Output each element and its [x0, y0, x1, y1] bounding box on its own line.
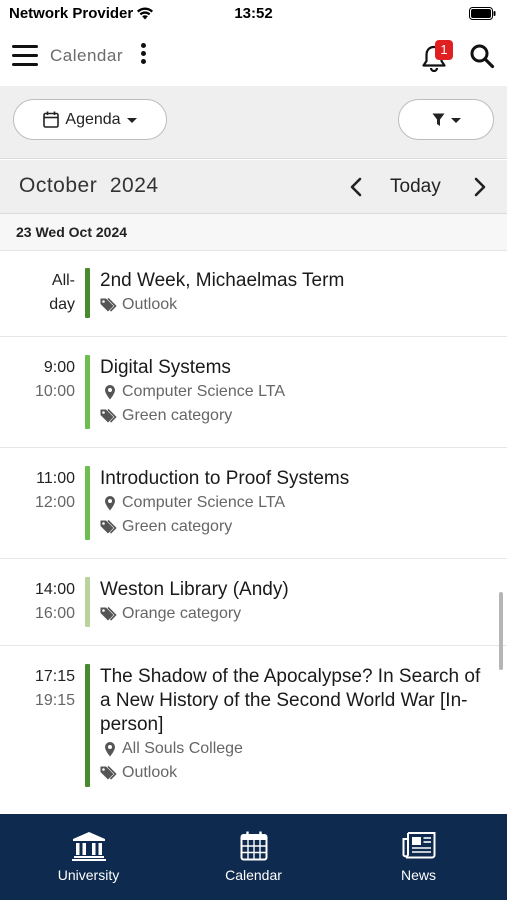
- event-category: Outlook: [100, 293, 485, 317]
- month-label: October: [19, 174, 98, 197]
- event-location-label: Computer Science LTA: [122, 383, 286, 400]
- event-location: All Souls College: [100, 737, 485, 761]
- location-pin-icon: [105, 496, 115, 511]
- more-options-icon[interactable]: [138, 43, 148, 67]
- event-location: Computer Science LTA: [100, 491, 485, 515]
- event-color-bar: [85, 577, 90, 627]
- tags-icon: [100, 519, 117, 534]
- chevron-down-icon: [126, 118, 137, 123]
- calendar-icon: [240, 831, 267, 861]
- filter-icon: [432, 113, 444, 126]
- event-end-time: 19:15: [34, 692, 75, 709]
- search-icon[interactable]: [469, 43, 495, 69]
- scrollbar[interactable]: [499, 592, 503, 670]
- event-time: 9:00 10:00: [0, 356, 75, 404]
- event-category: Outlook: [100, 761, 485, 785]
- month-year-label: October 2024: [19, 174, 159, 198]
- event-time: 11:00 12:00: [0, 467, 75, 515]
- nav-calendar[interactable]: Calendar: [169, 814, 338, 900]
- battery-icon: [469, 7, 496, 20]
- year-label: 2024: [109, 174, 159, 197]
- event-color-bar: [85, 466, 90, 540]
- location-pin-icon: [105, 385, 115, 400]
- notifications-button[interactable]: 1: [418, 38, 454, 74]
- event-category-label: Green category: [122, 407, 233, 424]
- day-label: 23 Wed Oct 2024: [16, 224, 128, 240]
- view-toolbar: Agenda: [0, 86, 507, 159]
- event-start-time: 9:00: [43, 359, 75, 376]
- event-color-bar: [85, 355, 90, 429]
- event-item[interactable]: 11:00 12:00 Introduction to Proof System…: [0, 448, 507, 559]
- news-icon: [402, 832, 435, 859]
- status-bar: Network Provider 13:52: [0, 0, 507, 28]
- event-color-bar: [85, 664, 90, 787]
- university-icon: [71, 832, 106, 861]
- event-location-label: All Souls College: [122, 740, 243, 757]
- event-start-time: 14:00: [34, 581, 75, 598]
- event-start-time: All-: [51, 272, 75, 289]
- bottom-navigation: University Calendar News: [0, 814, 507, 900]
- event-category-label: Outlook: [122, 764, 178, 781]
- event-category: Green category: [100, 404, 485, 428]
- filter-button[interactable]: [398, 99, 494, 140]
- day-header: 23 Wed Oct 2024: [0, 214, 507, 251]
- event-time: All- day: [0, 269, 75, 317]
- view-selector-label: Agenda: [65, 110, 121, 128]
- month-navigation: October 2024 Today: [0, 160, 507, 214]
- event-color-bar: [85, 268, 90, 318]
- status-time: 13:52: [234, 5, 273, 22]
- event-category: Orange category: [100, 602, 485, 626]
- tags-icon: [100, 408, 117, 423]
- location-pin-icon: [105, 742, 115, 757]
- nav-news[interactable]: News: [334, 814, 503, 900]
- event-start-time: 17:15: [34, 668, 75, 685]
- nav-label: Calendar: [225, 867, 282, 883]
- event-item[interactable]: 17:15 19:15 The Shadow of the Apocalypse…: [0, 646, 507, 814]
- event-title: Introduction to Proof Systems: [100, 468, 350, 489]
- event-category: Green category: [100, 515, 485, 539]
- event-title: 2nd Week, Michaelmas Term: [100, 270, 345, 291]
- hamburger-menu-icon[interactable]: [12, 45, 38, 67]
- event-end-time: day: [49, 296, 75, 313]
- nav-label: News: [400, 867, 436, 883]
- chevron-down-icon: [450, 118, 461, 123]
- page-title: Calendar: [50, 46, 123, 65]
- event-title: Digital Systems: [100, 357, 231, 378]
- event-end-time: 10:00: [34, 383, 75, 400]
- tags-icon: [100, 765, 117, 780]
- event-item[interactable]: All- day 2nd Week, Michaelmas Term Outlo…: [0, 251, 507, 337]
- event-title: The Shadow of the Apocalypse? In Search …: [100, 666, 481, 735]
- calendar-small-icon: [43, 111, 60, 128]
- notification-badge: 1: [435, 40, 453, 60]
- event-end-time: 16:00: [34, 605, 75, 622]
- nav-university[interactable]: University: [4, 814, 173, 900]
- event-location: Computer Science LTA: [100, 380, 485, 404]
- nav-label: University: [57, 867, 120, 883]
- event-item[interactable]: 14:00 16:00 Weston Library (Andy) Orange…: [0, 559, 507, 646]
- event-category-label: Green category: [122, 518, 233, 535]
- app-header: Calendar 1: [0, 28, 507, 86]
- event-time: 17:15 19:15: [0, 665, 75, 713]
- event-category-label: Outlook: [122, 296, 178, 313]
- tags-icon: [100, 297, 117, 312]
- today-button[interactable]: Today: [390, 176, 441, 198]
- tags-icon: [100, 606, 117, 621]
- view-selector-button[interactable]: Agenda: [13, 99, 167, 140]
- event-start-time: 11:00: [36, 470, 75, 487]
- event-category-label: Orange category: [122, 605, 242, 622]
- event-end-time: 12:00: [34, 494, 75, 511]
- event-time: 14:00 16:00: [0, 578, 75, 626]
- chevron-right-icon[interactable]: [470, 176, 490, 198]
- event-location-label: Computer Science LTA: [122, 494, 286, 511]
- event-item[interactable]: 9:00 10:00 Digital Systems Computer Scie…: [0, 337, 507, 448]
- chevron-left-icon[interactable]: [346, 176, 366, 198]
- event-title: Weston Library (Andy): [100, 579, 289, 600]
